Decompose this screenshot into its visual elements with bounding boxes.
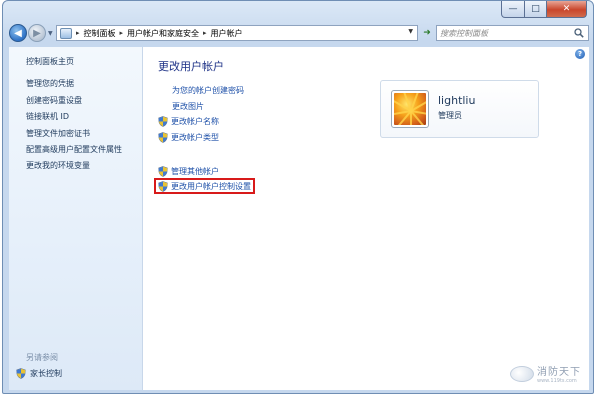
- sidebar-link-online-id[interactable]: 链接联机 ID: [26, 111, 69, 122]
- task-change-account-name[interactable]: 更改帐户名称: [158, 116, 219, 127]
- watermark: 消防天下 www.119ts.com: [510, 363, 581, 384]
- task-label: 管理其他帐户: [171, 167, 219, 176]
- breadcrumb-control-panel[interactable]: 控制面板: [84, 28, 116, 39]
- search-icon[interactable]: [574, 28, 584, 38]
- sidebar-link-environment-variables[interactable]: 更改我的环境变量: [26, 160, 90, 171]
- main-content: ? 更改用户帐户 为您的帐户创建密码 更改图片 更改帐户名称 更改帐户类型 管理…: [143, 47, 589, 390]
- shield-icon: [158, 116, 168, 127]
- task-label: 更改帐户名称: [171, 117, 219, 126]
- breadcrumb-user-accounts[interactable]: 用户帐户: [211, 28, 243, 39]
- caption-buttons: — □ ✕: [501, 1, 587, 18]
- back-arrow-icon: ◀: [14, 27, 22, 39]
- brand-logo-icon: [510, 365, 534, 382]
- explorer-window: — □ ✕ ◀ ▶ ▼ ▸ 控制面板 ▸ 用户帐户和家庭安全 ▸ 用户帐户 ▼ …: [2, 0, 594, 394]
- address-bar[interactable]: ▸ 控制面板 ▸ 用户帐户和家庭安全 ▸ 用户帐户 ▼: [56, 25, 418, 41]
- task-change-picture[interactable]: 更改图片: [172, 101, 204, 112]
- address-history-dropdown-icon[interactable]: ▼: [408, 28, 413, 35]
- sidebar-link-parental-controls[interactable]: 家长控制: [16, 368, 62, 379]
- chevron-right-icon[interactable]: ▸: [120, 29, 124, 37]
- refresh-icon: ➜: [423, 28, 431, 38]
- breadcrumb-user-accounts-family-safety[interactable]: 用户帐户和家庭安全: [127, 28, 199, 39]
- parental-controls-label: 家长控制: [30, 369, 62, 378]
- search-input[interactable]: [440, 28, 570, 38]
- chevron-right-icon[interactable]: ▸: [203, 29, 207, 37]
- shield-icon: [158, 181, 168, 192]
- watermark-brand: 消防天下: [537, 367, 581, 378]
- forward-arrow-icon: ▶: [33, 27, 41, 39]
- see-also-heading: 另请参阅: [26, 353, 58, 362]
- avatar[interactable]: [391, 90, 429, 128]
- back-button[interactable]: ◀: [9, 24, 27, 42]
- shield-icon: [158, 166, 168, 177]
- flower-avatar-icon: [394, 93, 426, 125]
- navigation-bar: ◀ ▶ ▼ ▸ 控制面板 ▸ 用户帐户和家庭安全 ▸ 用户帐户 ▼ ➜: [7, 23, 589, 45]
- shield-icon: [16, 368, 26, 379]
- task-change-account-type[interactable]: 更改帐户类型: [158, 132, 219, 143]
- watermark-url: www.119ts.com: [537, 378, 577, 384]
- search-box[interactable]: [436, 25, 589, 41]
- task-manage-other-accounts[interactable]: 管理其他帐户: [158, 166, 219, 177]
- shield-icon: [158, 132, 168, 143]
- user-account-card: lightliu 管理员: [380, 80, 539, 138]
- user-role: 管理员: [438, 111, 462, 120]
- page-title: 更改用户帐户: [158, 60, 224, 73]
- chevron-right-icon[interactable]: ▸: [76, 29, 80, 37]
- task-change-uac-settings[interactable]: 更改用户帐户控制设置: [158, 181, 251, 192]
- task-create-password[interactable]: 为您的帐户创建密码: [172, 85, 244, 96]
- sidebar-link-profile-properties[interactable]: 配置高级用户配置文件属性: [26, 144, 122, 155]
- sidebar-link-control-panel-home[interactable]: 控制面板主页: [26, 56, 74, 67]
- user-name: lightliu: [438, 94, 476, 107]
- forward-button[interactable]: ▶: [28, 24, 46, 42]
- minimize-button[interactable]: —: [501, 1, 525, 18]
- task-label: 更改帐户类型: [171, 133, 219, 142]
- maximize-button[interactable]: □: [525, 1, 547, 18]
- sidebar-link-manage-credentials[interactable]: 管理您的凭据: [26, 78, 74, 89]
- task-label: 更改用户帐户控制设置: [171, 182, 251, 191]
- task-sidebar: 控制面板主页 管理您的凭据 创建密码重设盘 链接联机 ID 管理文件加密证书 配…: [9, 47, 143, 390]
- close-button[interactable]: ✕: [547, 1, 587, 18]
- help-icon[interactable]: ?: [575, 49, 585, 59]
- refresh-button[interactable]: ➜: [420, 25, 434, 41]
- sidebar-link-password-reset-disk[interactable]: 创建密码重设盘: [26, 95, 82, 106]
- control-panel-icon: [60, 27, 72, 39]
- sidebar-link-encryption-certificates[interactable]: 管理文件加密证书: [26, 128, 90, 139]
- recent-pages-dropdown[interactable]: ▼: [48, 30, 53, 37]
